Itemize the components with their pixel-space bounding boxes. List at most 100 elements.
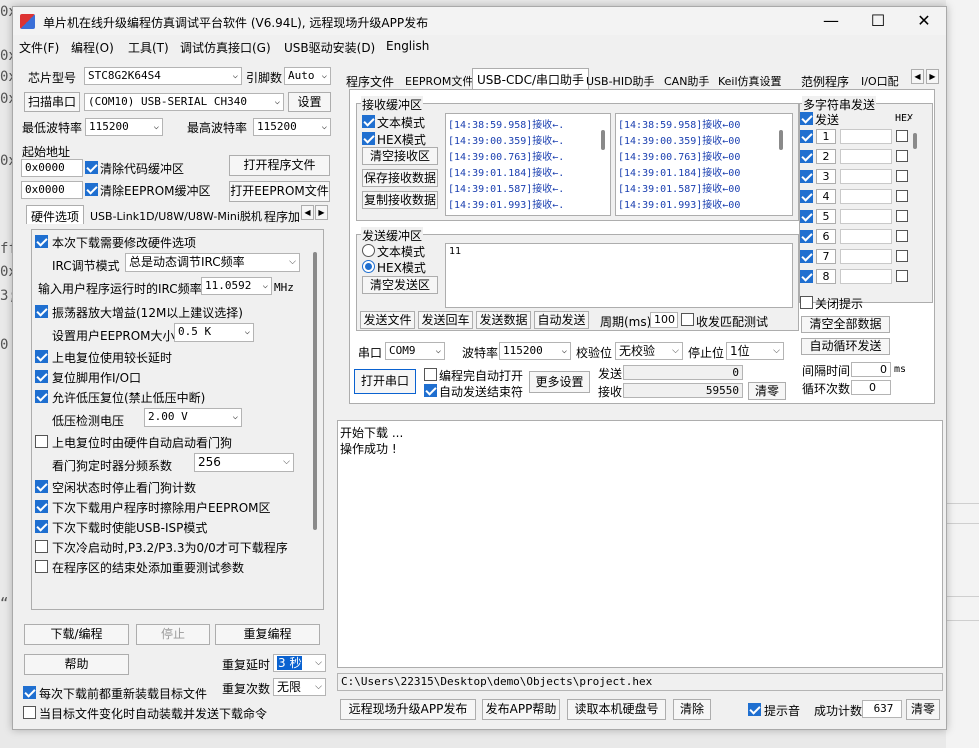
menu-file[interactable]: 文件(F)	[19, 39, 59, 56]
min-baud-select[interactable]: 115200 ⌵	[85, 118, 163, 136]
multi-row-input[interactable]	[840, 129, 892, 144]
eeprom-size-select[interactable]: 0.5 K ⌵	[174, 323, 254, 342]
chip-select[interactable]: STC8G2K64S4 ⌵	[84, 67, 242, 85]
lvd-reset-checkbox[interactable]	[35, 390, 48, 403]
menu-tools[interactable]: 工具(T)	[128, 39, 169, 56]
copy-receive-button[interactable]: 复制接收数据	[362, 191, 438, 209]
period-input[interactable]: 100	[650, 312, 678, 328]
clear-receive-button[interactable]: 清空接收区	[362, 147, 438, 165]
menu-english[interactable]: English	[386, 39, 429, 53]
send-enter-button[interactable]: 发送回车	[418, 311, 473, 329]
serial-port-select[interactable]: COM9 ⌵	[385, 342, 445, 360]
port-select[interactable]: (COM10) USB-SERIAL CH340 ⌵	[84, 93, 284, 111]
lvd-select[interactable]: 2.00 V ⌵	[144, 408, 242, 427]
auto-send-button[interactable]: 自动发送	[534, 311, 589, 329]
clear-counter-button[interactable]: 清零	[748, 382, 786, 400]
multi-row-send-button[interactable]: 5	[816, 209, 836, 224]
multi-row-send-button[interactable]: 3	[816, 169, 836, 184]
multi-row-send-button[interactable]: 1	[816, 129, 836, 144]
clear-output-button[interactable]: 清除	[673, 699, 711, 720]
menu-usb-driver[interactable]: USB驱动安装(D)	[284, 39, 375, 56]
reset-io-checkbox[interactable]	[35, 370, 48, 383]
idle-wdt-checkbox[interactable]	[35, 480, 48, 493]
send-data-button[interactable]: 发送数据	[476, 311, 531, 329]
multi-row-send-button[interactable]: 2	[816, 149, 836, 164]
interval-input[interactable]: 0	[851, 362, 891, 377]
clear-code-checkbox[interactable]	[85, 161, 98, 174]
multi-row-input[interactable]	[840, 229, 892, 244]
scan-port-button[interactable]: 扫描串口	[24, 92, 80, 112]
tab-scroll-right[interactable]: ▶	[926, 69, 939, 84]
multi-row-input[interactable]	[840, 169, 892, 184]
irc-mode-select[interactable]: 总是动态调节IRC频率 ⌵	[125, 253, 300, 272]
multi-row-checkbox[interactable]	[800, 250, 813, 263]
multi-row-hex-checkbox[interactable]	[896, 190, 908, 202]
output-log[interactable]: 开始下载 ... 操作成功 !	[337, 420, 943, 668]
multi-row-checkbox[interactable]	[800, 190, 813, 203]
stop-bits-select[interactable]: 1位 ⌵	[726, 342, 784, 360]
send-hex-mode-radio[interactable]	[362, 260, 375, 273]
usb-isp-checkbox[interactable]	[35, 520, 48, 533]
minimize-button[interactable]: —	[808, 7, 854, 35]
baud-select[interactable]: 115200 ⌵	[499, 342, 571, 360]
publish-app-button[interactable]: 远程现场升级APP发布	[340, 699, 476, 720]
repeat-delay-select[interactable]: 3 秒 ⌵	[273, 654, 326, 672]
multi-row-checkbox[interactable]	[800, 170, 813, 183]
multi-row-hex-checkbox[interactable]	[896, 210, 908, 222]
tab-usb-cdc[interactable]: USB-CDC/串口助手	[472, 68, 590, 90]
hw-scrollbar[interactable]	[308, 232, 322, 608]
publish-help-button[interactable]: 发布APP帮助	[482, 699, 560, 720]
maximize-button[interactable]: ☐	[855, 7, 901, 35]
start-addr-input[interactable]: 0x0000	[21, 159, 83, 177]
save-receive-button[interactable]: 保存接收数据	[362, 169, 438, 187]
recv-hex-mode-checkbox[interactable]	[362, 132, 375, 145]
tab-scroll-right[interactable]: ▶	[315, 205, 328, 220]
cold-boot-checkbox[interactable]	[35, 540, 48, 553]
multi-row-hex-checkbox[interactable]	[896, 230, 908, 242]
close-tip-checkbox[interactable]	[800, 296, 813, 309]
multi-row-input[interactable]	[840, 209, 892, 224]
receive-hex-area[interactable]: [14:38:59.958]接收←00 [14:39:00.359]接收←00 …	[615, 113, 793, 216]
menu-program[interactable]: 编程(O)	[71, 39, 114, 56]
multi-row-checkbox[interactable]	[800, 210, 813, 223]
match-test-checkbox[interactable]	[681, 313, 694, 326]
recv-scrollbar[interactable]	[596, 114, 610, 215]
receive-text-area[interactable]: [14:38:59.958]接收←. [14:39:00.359]接收←. [1…	[445, 113, 611, 216]
multi-row-hex-checkbox[interactable]	[896, 130, 908, 142]
recv-text-mode-checkbox[interactable]	[362, 115, 375, 128]
wdt-div-select[interactable]: 256 ⌵	[194, 453, 294, 472]
multi-row-input[interactable]	[840, 189, 892, 204]
eeprom-addr-input[interactable]: 0x0000	[21, 181, 83, 199]
loop-count-input[interactable]: 0	[851, 380, 891, 395]
tab-program-add[interactable]: 程序加	[259, 205, 305, 228]
send-text-mode-radio[interactable]	[362, 244, 375, 257]
open-eeprom-button[interactable]: 打开EEPROM文件	[229, 181, 330, 202]
tab-usb-link[interactable]: USB-Link1D/U8W/U8W-Mini脱机	[85, 205, 267, 227]
auto-send-end-checkbox[interactable]	[424, 384, 437, 397]
multi-row-input[interactable]	[840, 249, 892, 264]
autoload-checkbox[interactable]	[23, 706, 36, 719]
irc-freq-select[interactable]: 11.0592 ⌵	[201, 277, 272, 295]
more-settings-button[interactable]: 更多设置	[529, 371, 590, 393]
reload-checkbox[interactable]	[23, 686, 36, 699]
tab-scroll-left[interactable]: ◀	[301, 205, 314, 220]
stop-button[interactable]: 停止	[136, 624, 210, 645]
osc-gain-checkbox[interactable]	[35, 305, 48, 318]
multi-row-send-button[interactable]: 8	[816, 269, 836, 284]
send-file-button[interactable]: 发送文件	[360, 311, 415, 329]
reset-success-button[interactable]: 清零	[906, 699, 940, 720]
erase-eeprom-checkbox[interactable]	[35, 500, 48, 513]
download-button[interactable]: 下载/编程	[24, 624, 129, 645]
tab-scroll-left[interactable]: ◀	[911, 69, 924, 84]
multi-send-all-checkbox[interactable]	[800, 112, 813, 125]
multi-row-hex-checkbox[interactable]	[896, 170, 908, 182]
multi-row-hex-checkbox[interactable]	[896, 150, 908, 162]
multi-row-send-button[interactable]: 4	[816, 189, 836, 204]
multi-row-input[interactable]	[840, 149, 892, 164]
auto-open-checkbox[interactable]	[424, 368, 437, 381]
repeat-count-select[interactable]: 无限 ⌵	[273, 678, 326, 696]
open-serial-button[interactable]: 打开串口	[354, 369, 416, 394]
multi-row-input[interactable]	[840, 269, 892, 284]
recv-hex-scrollbar[interactable]	[774, 114, 788, 215]
multi-row-checkbox[interactable]	[800, 230, 813, 243]
